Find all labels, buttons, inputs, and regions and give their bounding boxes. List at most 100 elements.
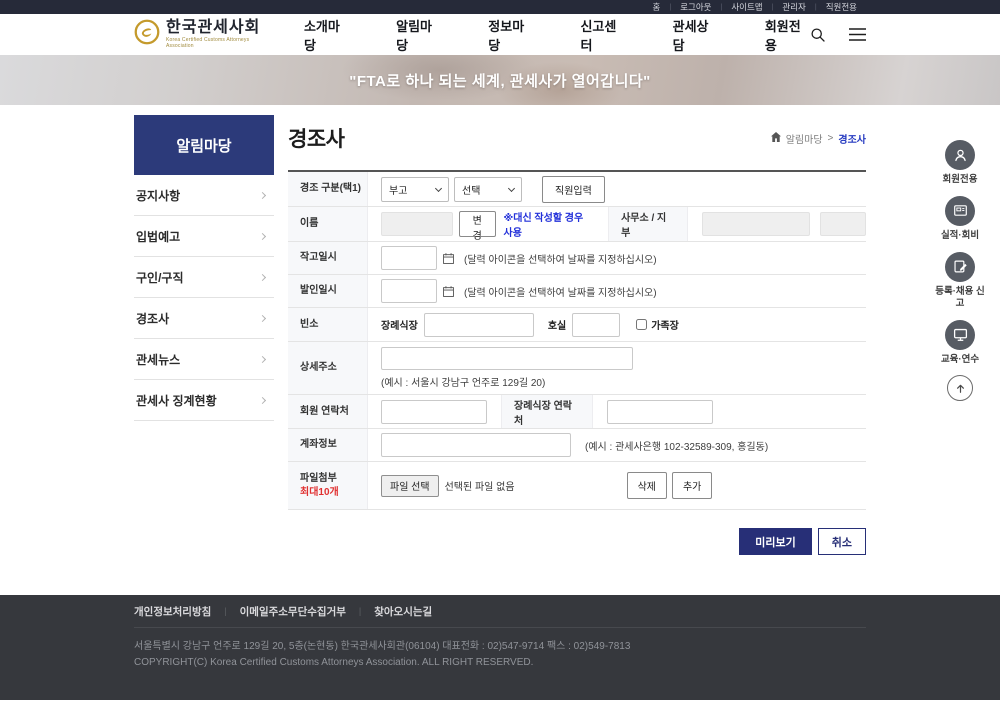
office-branch-label: 사무소 / 지부 [608, 207, 688, 241]
footer-link-privacy[interactable]: 개인정보처리방침 [134, 604, 211, 619]
footer-link-email-policy[interactable]: 이메일주소무단수집거부 [240, 604, 346, 619]
calendar-icon[interactable] [443, 286, 454, 297]
nav-item-intro[interactable]: 소개마당 [304, 16, 349, 54]
add-file-button[interactable]: 추가 [672, 472, 712, 499]
monitor-icon [945, 320, 975, 350]
staff-input-button[interactable]: 직원입력 [542, 176, 605, 203]
sidebar-item-customs-news[interactable]: 관세뉴스 [134, 339, 274, 380]
file-select-button[interactable]: 파일 선택 [381, 475, 439, 497]
select-value: 부고 [389, 182, 407, 197]
funeral-contact-input[interactable] [607, 400, 713, 424]
main-nav: 소개마당 알림마당 정보마당 신고센터 관세상담 회원전용 [304, 16, 810, 54]
branch-input [820, 212, 866, 236]
office-input [702, 212, 810, 236]
field-label: 파일첨부 최대10개 [288, 462, 368, 509]
funeral-date-input[interactable] [381, 279, 437, 303]
kcca-emblem-icon [134, 19, 160, 50]
sidebar-item-label: 관세뉴스 [136, 351, 180, 368]
preview-button[interactable]: 미리보기 [739, 528, 811, 555]
logo[interactable]: 한국관세사회 Korea Certified Customs Attorneys… [134, 19, 274, 50]
sidebar-item-notice[interactable]: 공지사항 [134, 175, 274, 216]
sidebar-item-label: 구인/구직 [136, 269, 184, 286]
topbar-link-admin[interactable]: 관리자 [773, 1, 814, 13]
calendar-icon[interactable] [443, 253, 454, 264]
field-label: 상세주소 [288, 342, 368, 394]
sidebar-item-family-events[interactable]: 경조사 [134, 298, 274, 339]
topbar-link-logout[interactable]: 로그아웃 [671, 1, 720, 13]
account-input[interactable] [381, 433, 571, 457]
nav-item-info[interactable]: 정보마당 [488, 16, 533, 54]
quickmenu-members[interactable]: 회원전용 [931, 140, 989, 186]
chevron-down-icon [435, 184, 442, 191]
field-label: 빈소 [288, 308, 368, 341]
date-hint: (달력 아이콘을 선택하여 날짜를 지정하십시오) [464, 284, 657, 299]
form-row-funeral-date: 발인일시 (달력 아이콘을 선택하여 날짜를 지정하십시오) [288, 275, 866, 308]
sidebar-item-legislation[interactable]: 입법예고 [134, 216, 274, 257]
death-date-input[interactable] [381, 246, 437, 270]
breadcrumb-current: 경조사 [838, 131, 866, 146]
quickmenu-label: 등록·채용 신고 [931, 286, 989, 310]
family-funeral-checkbox[interactable]: 가족장 [636, 317, 679, 332]
search-icon[interactable] [810, 27, 826, 43]
quickmenu-label: 실적·회비 [931, 230, 989, 242]
room-label: 호실 [548, 317, 566, 332]
field-label: 발인일시 [288, 275, 368, 307]
delete-file-button[interactable]: 삭제 [627, 472, 667, 499]
hamburger-icon[interactable] [849, 28, 866, 41]
select-value: 선택 [462, 182, 480, 197]
funeral-hall-input[interactable] [424, 313, 534, 337]
utility-bar: 홈| 로그아웃| 사이트맵| 관리자| 직원전용 [0, 0, 1000, 14]
footer-copyright: COPYRIGHT(C) Korea Certified Customs Att… [134, 655, 866, 671]
sidebar-item-label: 경조사 [136, 310, 169, 327]
field-label: 작고일시 [288, 242, 368, 274]
quickmenu-registration[interactable]: 등록·채용 신고 [931, 252, 989, 310]
topbar-link-sitemap[interactable]: 사이트맵 [722, 1, 771, 13]
funeral-contact-label: 장례식장 연락처 [501, 395, 593, 428]
home-icon[interactable] [771, 132, 781, 145]
quickmenu-label: 교육·연수 [931, 354, 989, 366]
sidebar-item-discipline[interactable]: 관세사 징계현황 [134, 380, 274, 421]
room-input[interactable] [572, 313, 620, 337]
chevron-right-icon [259, 314, 266, 321]
arrow-up-icon[interactable] [947, 375, 973, 401]
topbar-link-home[interactable]: 홈 [644, 1, 670, 13]
page-title: 경조사 [288, 123, 344, 153]
address-input[interactable] [381, 347, 633, 370]
checkbox[interactable] [636, 319, 647, 330]
member-contact-input[interactable] [381, 400, 487, 424]
site-footer: 개인정보처리방침| 이메일주소무단수집거부| 찾아오시는길 서울특별시 강남구 … [0, 595, 1000, 700]
nav-item-notice[interactable]: 알림마당 [396, 16, 441, 54]
checkbox-label: 가족장 [651, 317, 679, 332]
form-row-contact: 회원 연락처 장례식장 연락처 [288, 395, 866, 429]
funeral-hall-label: 장례식장 [381, 317, 418, 332]
name-input [381, 212, 453, 236]
sidebar-item-jobs[interactable]: 구인/구직 [134, 257, 274, 298]
breadcrumb: 알림마당 > 경조사 [771, 131, 866, 146]
field-label: 회원 연락처 [288, 395, 368, 428]
footer-link-directions[interactable]: 찾아오시는길 [374, 604, 432, 619]
quickmenu-education[interactable]: 교육·연수 [931, 320, 989, 366]
quickmenu-dues[interactable]: 실적·회비 [931, 196, 989, 242]
breadcrumb-separator: > [828, 133, 834, 144]
account-example: (예시 : 관세사은행 102-32589-309, 홍길동) [585, 438, 768, 453]
sidebar-item-label: 관세사 징계현황 [136, 392, 217, 409]
proxy-note: ※대신 작성할 경우 사용 [504, 209, 595, 239]
event-type-select[interactable]: 부고 [381, 177, 449, 202]
chevron-right-icon [259, 191, 266, 198]
change-name-button[interactable]: 변경 [459, 211, 496, 237]
event-form-table: 경조 구분(택1) 부고 선택 직원입력 이름 변경 ※대신 작성할 경우 사용… [288, 170, 866, 510]
event-subtype-select[interactable]: 선택 [454, 177, 522, 202]
topbar-link-staff[interactable]: 직원전용 [817, 1, 866, 13]
hero-banner: "FTA로 하나 되는 세계, 관세사가 열어갑니다" [0, 55, 1000, 105]
sidebar-item-label: 입법예고 [136, 228, 180, 245]
cancel-button[interactable]: 취소 [818, 528, 866, 555]
nav-item-report[interactable]: 신고센터 [580, 16, 625, 54]
logo-subtitle: Korea Certified Customs Attorneys Associ… [166, 37, 274, 49]
form-row-death-date: 작고일시 (달력 아이콘을 선택하여 날짜를 지정하십시오) [288, 242, 866, 275]
nav-item-consult[interactable]: 관세상담 [673, 16, 718, 54]
banner-slogan: "FTA로 하나 되는 세계, 관세사가 열어갑니다" [349, 70, 651, 91]
footer-links: 개인정보처리방침| 이메일주소무단수집거부| 찾아오시는길 [134, 595, 866, 628]
breadcrumb-section[interactable]: 알림마당 [786, 131, 823, 146]
nav-item-members[interactable]: 회원전용 [765, 16, 810, 54]
field-label: 이름 [288, 207, 368, 241]
